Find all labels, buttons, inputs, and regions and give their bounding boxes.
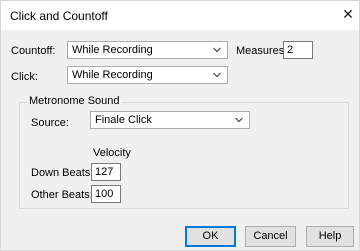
window-title: Click and Countoff (10, 9, 108, 23)
source-value: Finale Click (95, 114, 152, 126)
countoff-value: While Recording (72, 44, 153, 56)
chevron-down-icon (213, 72, 221, 78)
click-value: While Recording (72, 69, 153, 81)
click-and-countoff-dialog: Click and Countoff ✕ Countoff: While Rec… (0, 0, 360, 251)
close-icon[interactable]: ✕ (340, 6, 356, 22)
cancel-button[interactable]: Cancel (245, 226, 296, 247)
down-beats-field[interactable]: 127 (91, 163, 121, 181)
ok-button[interactable]: OK (185, 226, 236, 247)
other-beats-field[interactable]: 100 (91, 185, 121, 203)
chevron-down-icon (213, 47, 221, 53)
countoff-label: Countoff: (11, 45, 56, 57)
measures-field[interactable]: 2 (283, 41, 313, 59)
source-select[interactable]: Finale Click (90, 111, 250, 129)
chevron-down-icon (235, 117, 243, 123)
countoff-select[interactable]: While Recording (67, 41, 228, 59)
measures-label: Measures: (236, 45, 288, 57)
down-beats-label: Down Beats: (31, 167, 94, 179)
click-label: Click: (11, 71, 38, 83)
title-bar: Click and Countoff ✕ (1, 1, 359, 30)
velocity-header: Velocity (93, 147, 131, 159)
click-select[interactable]: While Recording (67, 66, 228, 84)
other-beats-label: Other Beats: (31, 189, 93, 201)
source-label: Source: (31, 117, 69, 129)
metronome-sound-title: Metronome Sound (27, 95, 122, 107)
help-button[interactable]: Help (306, 226, 354, 247)
